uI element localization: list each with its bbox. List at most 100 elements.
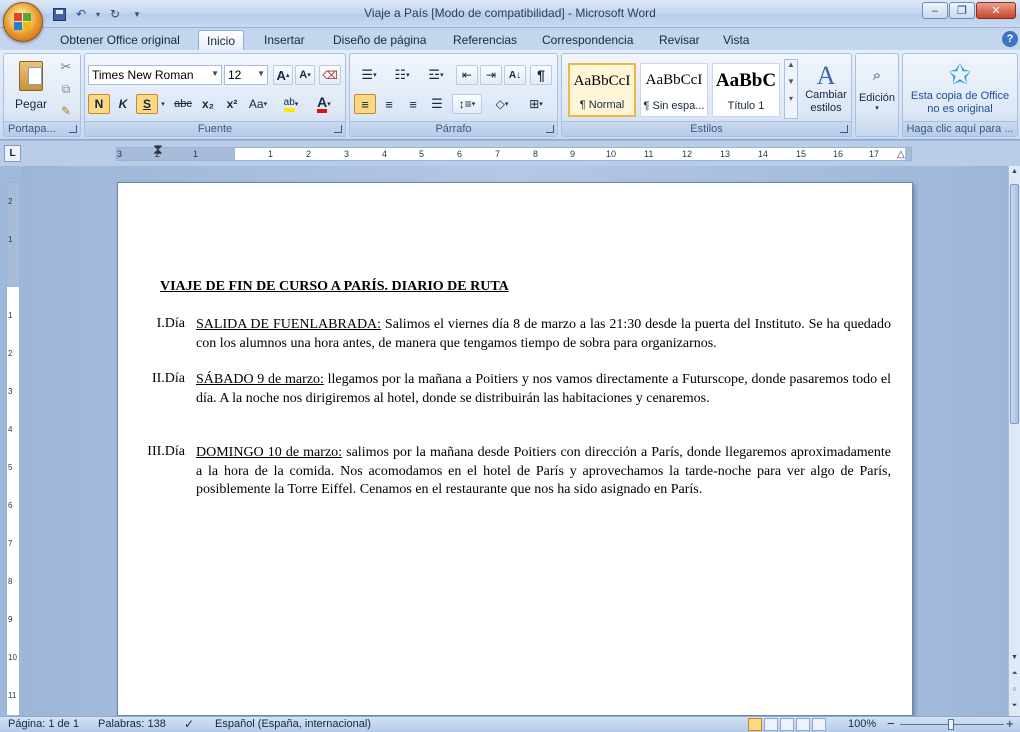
scroll-up-button[interactable]: ▲ xyxy=(1010,168,1019,180)
format-painter-button[interactable]: ✎ xyxy=(56,102,76,120)
indent-icon: ⇥ xyxy=(485,68,497,82)
status-bar: Página: 1 de 1 Palabras: 138 ✓ Español (… xyxy=(0,716,1020,732)
align-right-button[interactable]: ≡ xyxy=(402,94,424,114)
highlight-button[interactable]: ab ▾ xyxy=(277,94,305,114)
bold-button[interactable]: N xyxy=(88,94,110,114)
borders-button[interactable]: ⊞ ▾ xyxy=(520,94,552,114)
paragraph-dialog-launcher[interactable] xyxy=(546,125,554,133)
scroll-thumb[interactable] xyxy=(1010,184,1019,424)
outline-view-button[interactable] xyxy=(796,718,810,731)
font-color-button[interactable]: A ▾ xyxy=(309,94,339,114)
strikethrough-button[interactable]: abc xyxy=(171,94,195,114)
office-button[interactable] xyxy=(3,2,43,42)
styles-gallery-scroll[interactable]: ▲ ▼ ▾ xyxy=(784,59,798,119)
ruler-tick: 6 xyxy=(457,149,463,159)
zoom-in-button[interactable]: + xyxy=(1006,716,1014,731)
close-button[interactable]: ✕ xyxy=(976,2,1016,19)
zoom-level[interactable]: 100% xyxy=(848,718,876,730)
tab-correspondencia[interactable]: Correspondencia xyxy=(534,30,641,50)
full-screen-reading-view-button[interactable] xyxy=(764,718,778,731)
horizontal-ruler[interactable]: 3 2 1 1 2 3 4 5 6 7 8 9 10 11 12 13 14 1… xyxy=(116,142,912,161)
superscript-button[interactable]: x² xyxy=(221,94,243,114)
numbering-button[interactable]: ☷ ▾ xyxy=(386,65,418,85)
show-marks-button[interactable]: ¶ xyxy=(530,65,552,85)
entry-number: I.Día xyxy=(156,316,185,331)
zoom-slider-thumb[interactable] xyxy=(948,719,954,730)
font-size-combo[interactable]: 12 ▼ xyxy=(224,65,268,85)
italic-button[interactable]: K xyxy=(112,94,134,114)
justify-button[interactable]: ☰ xyxy=(426,94,448,114)
maximize-button[interactable]: ❐ xyxy=(949,2,975,19)
clear-format-button[interactable]: ⌫ xyxy=(319,65,341,85)
style-normal[interactable]: AaBbCcI ¶ Normal xyxy=(568,63,636,117)
style-sin-espaciado[interactable]: AaBbCcI ¶ Sin espa... xyxy=(640,63,708,117)
ruler-tick: 3 xyxy=(344,149,350,159)
line-spacing-button[interactable]: ↕≡ ▾ xyxy=(452,94,482,114)
style-name: ¶ Sin espa... xyxy=(643,100,705,112)
shading-button[interactable]: ◇ ▾ xyxy=(486,94,518,114)
change-case-button[interactable]: Aa ▾ xyxy=(245,94,271,114)
web-layout-view-button[interactable] xyxy=(780,718,794,731)
office-genuine-group-label[interactable]: Haga clic aquí para ... xyxy=(903,121,1017,136)
clipboard-dialog-launcher[interactable] xyxy=(69,125,77,133)
style-titulo-1[interactable]: AaBbC Título 1 xyxy=(712,63,780,117)
help-icon[interactable]: ? xyxy=(1002,31,1018,47)
tab-revisar[interactable]: Revisar xyxy=(651,30,708,50)
subscript-button[interactable]: x₂ xyxy=(197,94,219,114)
ruler-tick: 12 xyxy=(682,149,693,159)
editing-button[interactable]: ⌕ Edición ▾ xyxy=(858,58,896,120)
indent-marker[interactable]: ⧗ xyxy=(153,142,163,156)
scroll-down-button[interactable]: ▼ xyxy=(1010,654,1019,666)
print-layout-view-button[interactable] xyxy=(748,718,762,731)
select-browse-object-button[interactable]: ○ xyxy=(1010,686,1019,698)
word-count[interactable]: Palabras: 138 xyxy=(98,718,166,730)
tab-insertar[interactable]: Insertar xyxy=(256,30,313,50)
zoom-out-button[interactable]: − xyxy=(887,716,895,731)
increase-indent-button[interactable]: ⇥ xyxy=(480,65,502,85)
right-indent-marker[interactable]: △ xyxy=(897,149,905,161)
paste-button[interactable]: Pegar xyxy=(8,56,54,116)
underline-dropdown[interactable]: ▾ xyxy=(158,94,168,114)
font-name-combo[interactable]: Times New Roman ▼ xyxy=(88,65,222,85)
ruler-tick: 6 xyxy=(8,501,13,510)
cut-button[interactable]: ✂ xyxy=(56,58,76,76)
decrease-indent-button[interactable]: ⇤ xyxy=(456,65,478,85)
multilevel-list-button[interactable]: ☲ ▾ xyxy=(420,65,452,85)
office-genuine-button[interactable]: ✩ Esta copia de Office no es original xyxy=(905,56,1015,120)
document-page[interactable]: VIAJE DE FIN DE CURSO A PARÍS. DIARIO DE… xyxy=(117,182,913,716)
tab-diseno-pagina[interactable]: Diseño de página xyxy=(325,30,434,50)
minimize-button[interactable]: ‒ xyxy=(922,2,948,19)
brush-icon: ✎ xyxy=(60,104,72,118)
align-left-button[interactable]: ≡ xyxy=(354,94,376,114)
shrink-font-button[interactable]: A ▾ xyxy=(295,65,315,85)
font-dialog-launcher[interactable] xyxy=(334,125,342,133)
style-sample: AaBbCcI xyxy=(573,73,631,89)
page-count[interactable]: Página: 1 de 1 xyxy=(8,718,79,730)
previous-page-button[interactable]: ⏶ xyxy=(1010,670,1019,682)
draft-view-button[interactable] xyxy=(812,718,826,731)
copy-button[interactable]: ⧉ xyxy=(56,80,76,98)
tab-vista[interactable]: Vista xyxy=(715,30,757,50)
tab-obtener-office[interactable]: Obtener Office original xyxy=(52,30,188,50)
next-page-button[interactable]: ⏷ xyxy=(1010,702,1019,714)
ruler-tick: 7 xyxy=(495,149,501,159)
vertical-ruler[interactable]: 2 1 1 2 3 4 5 6 7 8 9 10 11 xyxy=(6,182,20,716)
tab-inicio[interactable]: Inicio xyxy=(198,30,245,50)
styles-group: AaBbCcI ¶ Normal AaBbCcI ¶ Sin espa... A… xyxy=(561,53,852,137)
sort-button[interactable]: A↓ xyxy=(504,65,526,85)
vertical-scrollbar[interactable]: ▲ ▼ ⏶ ○ ⏷ xyxy=(1008,166,1020,716)
tab-selector[interactable]: L xyxy=(4,145,21,162)
tab-referencias[interactable]: Referencias xyxy=(445,30,525,50)
bullets-button[interactable]: ☰ ▾ xyxy=(354,65,384,85)
proofing-icon[interactable]: ✓ xyxy=(184,717,194,731)
language-indicator[interactable]: Español (España, internacional) xyxy=(215,718,371,730)
change-styles-button[interactable]: A Cambiar estilos xyxy=(802,58,850,120)
align-left-icon: ≡ xyxy=(361,96,369,112)
ruler-tick: 14 xyxy=(758,149,769,159)
underline-button[interactable]: S xyxy=(136,94,158,114)
align-center-button[interactable]: ≡ xyxy=(378,94,400,114)
styles-dialog-launcher[interactable] xyxy=(840,125,848,133)
office-genuine-line1: Esta copia de Office xyxy=(910,90,1010,102)
ribbon: Pegar ✂ ⧉ ✎ Portapa... Times New Roman ▼ … xyxy=(0,50,1020,140)
grow-font-button[interactable]: A ▴ xyxy=(273,65,293,85)
